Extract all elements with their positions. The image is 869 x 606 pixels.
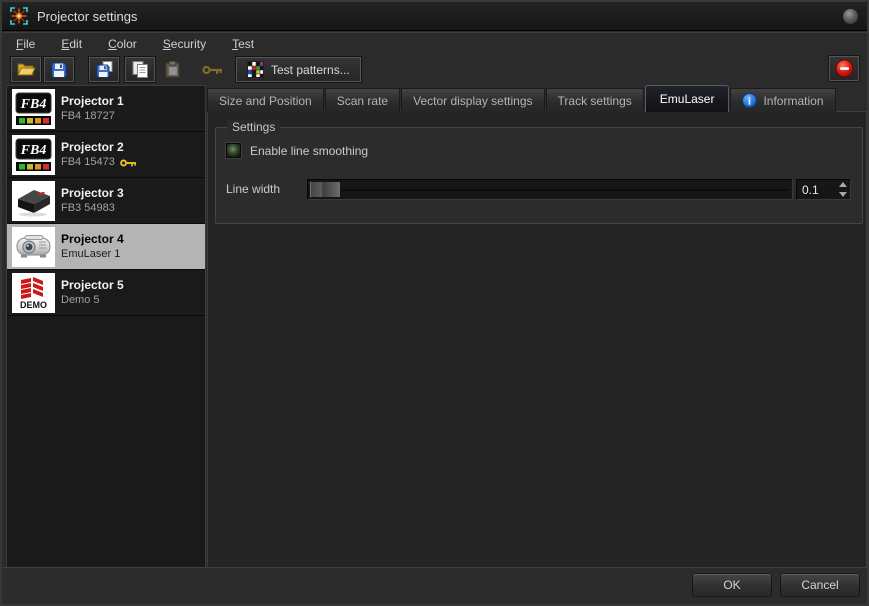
groupbox-title: Settings — [227, 120, 280, 134]
tab-vector-display-settings[interactable]: Vector display settings — [401, 88, 544, 112]
enable-line-smoothing-row: Enable line smoothing — [226, 143, 368, 158]
save-icon — [51, 62, 67, 78]
tab-information[interactable]: i Information — [730, 88, 835, 112]
menubar: File Edit Color Security Test — [2, 32, 867, 55]
spin-down-button[interactable] — [835, 190, 850, 200]
svg-text:FB4: FB4 — [20, 143, 47, 158]
menu-color[interactable]: Color — [108, 37, 137, 51]
projector-name: Projector 5 — [61, 278, 124, 293]
menu-security[interactable]: Security — [163, 37, 206, 51]
enable-line-smoothing-checkbox[interactable] — [226, 143, 241, 158]
svg-text:DEMO: DEMO — [20, 300, 47, 310]
tabstrip: Size and Position Scan rate Vector displ… — [207, 85, 867, 112]
tab-track-settings[interactable]: Track settings — [546, 88, 644, 112]
triangle-up-icon — [839, 182, 847, 187]
projector-row-4-selected[interactable]: Projector 4 EmuLaser 1 — [7, 224, 205, 270]
spin-up-button[interactable] — [835, 180, 850, 190]
emulaser-device-icon — [13, 228, 54, 266]
test-patterns-label: Test patterns... — [271, 63, 350, 77]
tab-emulaser-active[interactable]: EmuLaser — [645, 85, 730, 112]
paste-icon — [165, 61, 181, 78]
menu-edit[interactable]: Edit — [61, 37, 82, 51]
enable-line-smoothing-label: Enable line smoothing — [250, 144, 368, 158]
line-width-input[interactable] — [797, 180, 835, 199]
projector-row-3[interactable]: Projector 3 FB3 54983 — [7, 178, 205, 224]
line-width-slider[interactable] — [307, 179, 793, 200]
projector-row-2[interactable]: FB4 Projector 2 FB4 15473 — [7, 132, 205, 178]
settings-tabzone: Size and Position Scan rate Vector displ… — [207, 85, 867, 568]
line-width-row: Line width — [226, 179, 862, 200]
emulaser-panel: Settings Enable line smoothing Line widt… — [207, 111, 867, 568]
projector-detail: FB4 15473 — [61, 155, 115, 170]
menu-test[interactable]: Test — [232, 37, 254, 51]
test-patterns-button[interactable]: Test patterns... — [236, 57, 361, 82]
triangle-down-icon — [839, 192, 847, 197]
titlebar: Projector settings — [2, 2, 867, 31]
copy-icon — [132, 61, 149, 78]
remove-projector-button[interactable] — [829, 56, 859, 81]
toolbar: Test patterns... — [2, 55, 867, 84]
fb4-device-icon: FB4 — [13, 136, 54, 174]
info-icon: i — [742, 93, 757, 108]
projector-detail: FB3 54983 — [61, 201, 115, 216]
tab-size-and-position[interactable]: Size and Position — [207, 88, 324, 112]
slider-handle[interactable] — [310, 181, 341, 198]
projector-list: FB4 Projector 1 FB4 18727 FB4 — [6, 85, 206, 568]
projector-detail: EmuLaser 1 — [61, 247, 120, 262]
laser-burst-app-icon — [9, 6, 29, 26]
projector-name: Projector 1 — [61, 94, 124, 109]
projector-row-1[interactable]: FB4 Projector 1 FB4 18727 — [7, 86, 205, 132]
projector-detail: FB4 18727 — [61, 109, 115, 124]
fb4-device-icon: FB4 — [13, 90, 54, 128]
copy-button[interactable] — [125, 57, 155, 82]
svg-text:FB4: FB4 — [20, 97, 47, 112]
projector-settings-window: Projector settings File Edit Color Secur… — [0, 0, 869, 606]
window-title: Projector settings — [37, 9, 137, 24]
save-as-button[interactable] — [89, 57, 119, 82]
ok-button[interactable]: OK — [692, 573, 772, 597]
cancel-button[interactable]: Cancel — [780, 573, 860, 597]
paste-button[interactable] — [158, 57, 188, 82]
line-width-label: Line width — [226, 182, 280, 196]
projector-name: Projector 2 — [61, 140, 137, 155]
footer-bar: OK Cancel — [2, 567, 867, 604]
demo-device-icon: DEMO — [13, 274, 54, 312]
save-button[interactable] — [44, 57, 74, 82]
line-width-spinbox — [796, 179, 851, 200]
projector-row-5[interactable]: DEMO Projector 5 Demo 5 — [7, 270, 205, 316]
projector-name: Projector 3 — [61, 186, 124, 201]
key-button[interactable] — [197, 57, 227, 82]
test-pattern-icon — [247, 61, 264, 78]
svg-text:i: i — [749, 97, 752, 108]
tab-scan-rate[interactable]: Scan rate — [325, 88, 400, 112]
slider-groove — [312, 189, 788, 191]
save-as-icon — [96, 61, 113, 78]
projector-detail: Demo 5 — [61, 293, 100, 308]
menu-file[interactable]: File — [16, 37, 35, 51]
minus-icon — [835, 59, 854, 78]
open-button[interactable] — [11, 57, 41, 82]
fb3-device-icon — [13, 182, 54, 220]
lock-key-icon — [120, 158, 137, 168]
key-icon — [202, 64, 223, 76]
projector-name: Projector 4 — [61, 232, 124, 247]
open-folder-icon — [17, 62, 36, 77]
settings-groupbox: Settings Enable line smoothing Line widt… — [215, 127, 863, 224]
titlebar-orb — [843, 9, 858, 24]
